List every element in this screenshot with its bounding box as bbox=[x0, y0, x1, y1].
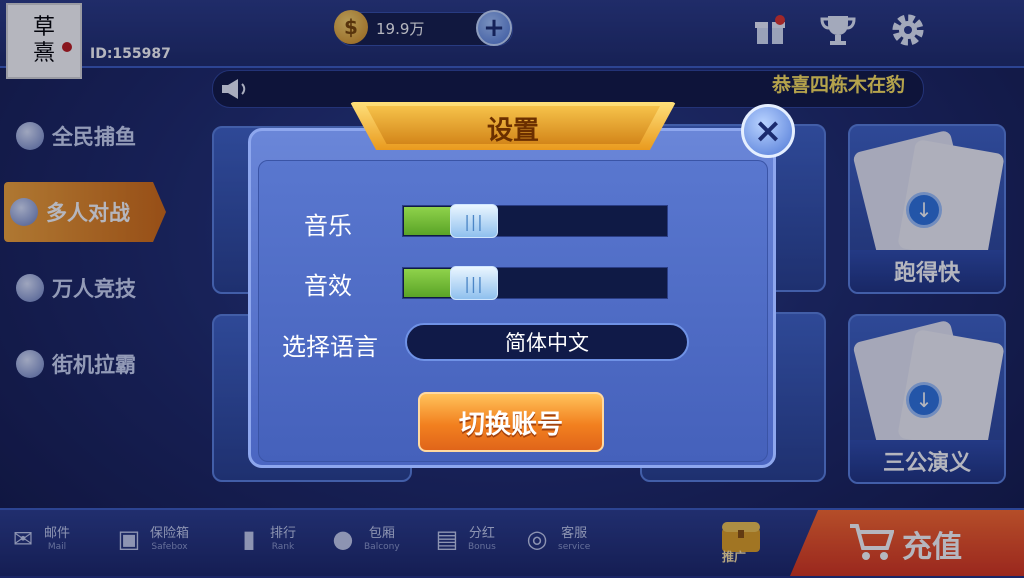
sfx-slider[interactable]: ||| bbox=[402, 266, 668, 300]
language-label: 选择语言 bbox=[282, 333, 378, 361]
music-slider-thumb[interactable]: ||| bbox=[450, 204, 498, 238]
language-select[interactable]: 简体中文 bbox=[405, 323, 689, 361]
close-icon: × bbox=[753, 111, 783, 151]
music-slider[interactable]: ||| bbox=[402, 204, 668, 238]
close-button[interactable]: × bbox=[741, 104, 795, 158]
music-label: 音乐 bbox=[304, 212, 352, 240]
dialog-title: 设置 bbox=[486, 116, 539, 146]
switch-account-button[interactable]: 切换账号 bbox=[418, 392, 604, 452]
sfx-label: 音效 bbox=[304, 272, 352, 300]
sfx-slider-thumb[interactable]: ||| bbox=[450, 266, 498, 300]
